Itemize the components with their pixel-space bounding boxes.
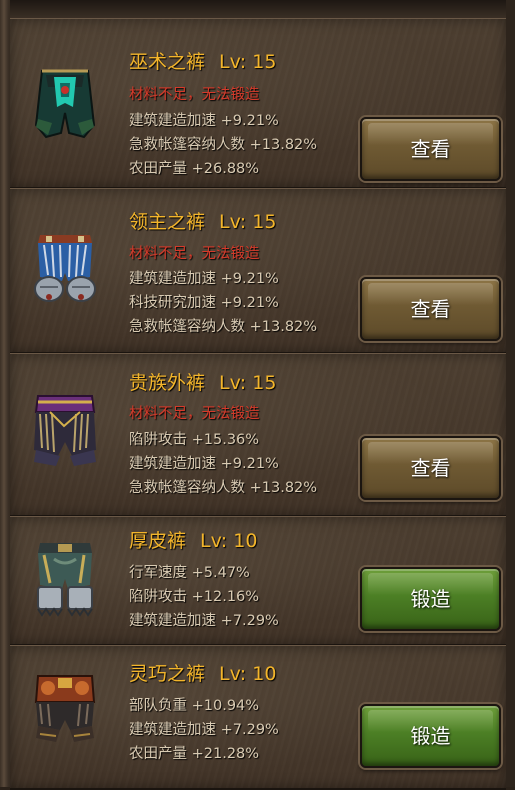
item-name: 厚皮裤 bbox=[129, 530, 187, 552]
sorcery-pants-icon bbox=[24, 63, 106, 145]
stat-line: 陷阱攻击 +12.16% bbox=[129, 589, 260, 605]
forge-button[interactable]: 锻造 bbox=[360, 567, 501, 631]
item-title: 灵巧之裤 Lv: 10 bbox=[129, 661, 276, 687]
stat-line: 科技研究加速 +9.21% bbox=[129, 295, 279, 311]
thick-leather-pants-icon bbox=[24, 537, 106, 619]
stat-line: 建筑建造加速 +7.29% bbox=[129, 722, 279, 738]
item-name: 巫术之裤 bbox=[129, 51, 206, 73]
item-level: Lv: 10 bbox=[200, 530, 258, 552]
noble-pants-icon bbox=[24, 390, 106, 472]
stat-line: 急救帐篷容纳人数 +13.82% bbox=[129, 480, 318, 496]
stat-line: 农田产量 +21.28% bbox=[129, 746, 260, 762]
stat-line: 急救帐篷容纳人数 +13.82% bbox=[129, 319, 318, 335]
stat-line: 陷阱攻击 +15.36% bbox=[129, 432, 260, 448]
view-button[interactable]: 查看 bbox=[360, 436, 501, 500]
stat-line: 行军速度 +5.47% bbox=[129, 565, 250, 581]
item-title: 巫术之裤 Lv: 15 bbox=[129, 49, 276, 75]
material-warning: 材料不足，无法锻造 bbox=[129, 246, 260, 262]
stat-line: 建筑建造加速 +7.29% bbox=[129, 613, 279, 629]
forge-button[interactable]: 锻造 bbox=[360, 704, 501, 768]
dexterity-pants-icon bbox=[24, 668, 106, 750]
item-level: Lv: 10 bbox=[219, 663, 277, 685]
item-level: Lv: 15 bbox=[219, 51, 277, 73]
material-warning: 材料不足，无法锻造 bbox=[129, 87, 260, 103]
lord-pants-icon bbox=[24, 227, 106, 309]
item-name: 灵巧之裤 bbox=[129, 663, 206, 685]
item-level: Lv: 15 bbox=[219, 372, 277, 394]
list-top-shadow bbox=[10, 0, 506, 18]
stat-line: 建筑建造加速 +9.21% bbox=[129, 113, 279, 129]
list-item: 灵巧之裤 Lv: 10 部队负重 +10.94% 建筑建造加速 +7.29% 农田… bbox=[10, 645, 506, 790]
stat-line: 建筑建造加速 +9.21% bbox=[129, 456, 279, 472]
view-button[interactable]: 查看 bbox=[360, 117, 501, 181]
item-title: 领主之裤 Lv: 15 bbox=[129, 209, 276, 235]
item-title: 贵族外裤 Lv: 15 bbox=[129, 370, 276, 396]
item-name: 贵族外裤 bbox=[129, 372, 206, 394]
stat-line: 部队负重 +10.94% bbox=[129, 698, 260, 714]
stat-line: 急救帐篷容纳人数 +13.82% bbox=[129, 137, 318, 153]
stat-line: 农田产量 +26.88% bbox=[129, 161, 260, 177]
equipment-list[interactable]: 巫术之裤 Lv: 15 材料不足，无法锻造 建筑建造加速 +9.21% 急救帐篷容… bbox=[10, 0, 506, 790]
material-warning: 材料不足，无法锻造 bbox=[129, 406, 260, 422]
item-name: 领主之裤 bbox=[129, 211, 206, 233]
list-item: 厚皮裤 Lv: 10 行军速度 +5.47% 陷阱攻击 +12.16% 建筑建造加… bbox=[10, 516, 506, 646]
item-title: 厚皮裤 Lv: 10 bbox=[129, 528, 257, 554]
view-button[interactable]: 查看 bbox=[360, 277, 501, 341]
stat-line: 建筑建造加速 +9.21% bbox=[129, 271, 279, 287]
list-item: 贵族外裤 Lv: 15 材料不足，无法锻造 陷阱攻击 +15.36% 建筑建造加速… bbox=[10, 353, 506, 517]
item-level: Lv: 15 bbox=[219, 211, 277, 233]
list-item: 领主之裤 Lv: 15 材料不足，无法锻造 建筑建造加速 +9.21% 科技研究加… bbox=[10, 188, 506, 354]
list-item: 巫术之裤 Lv: 15 材料不足，无法锻造 建筑建造加速 +9.21% 急救帐篷容… bbox=[10, 18, 506, 189]
